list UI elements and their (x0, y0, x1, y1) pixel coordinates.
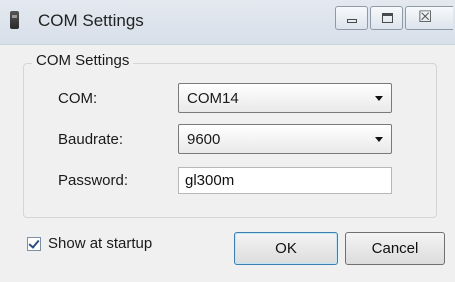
show-at-startup-checkbox[interactable] (27, 237, 41, 251)
cancel-button[interactable]: Cancel (345, 232, 445, 265)
password-label: Password: (58, 172, 129, 189)
baudrate-select-value: 9600 (187, 131, 221, 148)
maximize-button[interactable] (370, 6, 403, 30)
baudrate-select[interactable]: 9600 (178, 124, 392, 154)
chevron-down-icon (375, 96, 383, 101)
device-icon (10, 11, 19, 29)
baudrate-label: Baudrate: (58, 131, 124, 148)
com-select[interactable]: COM14 (178, 83, 392, 113)
password-field[interactable] (178, 167, 392, 194)
show-at-startup-label[interactable]: Show at startup (48, 235, 152, 252)
com-label: COM: (58, 90, 98, 107)
minimize-icon (347, 19, 357, 23)
close-button[interactable]: ☒ (405, 6, 453, 30)
com-select-value: COM14 (187, 90, 239, 107)
minimize-button[interactable] (335, 6, 368, 30)
window-title: COM Settings (38, 11, 144, 30)
close-icon: ☒ (418, 7, 433, 26)
chevron-down-icon (375, 137, 383, 142)
maximize-icon (382, 13, 393, 23)
title-bar[interactable]: COM Settings ☒ (0, 0, 455, 45)
com-settings-dialog: COM Settings ☒ COM Settings COM: COM14 B… (0, 0, 455, 282)
ok-button[interactable]: OK (234, 232, 338, 265)
group-title: COM Settings (32, 52, 134, 69)
